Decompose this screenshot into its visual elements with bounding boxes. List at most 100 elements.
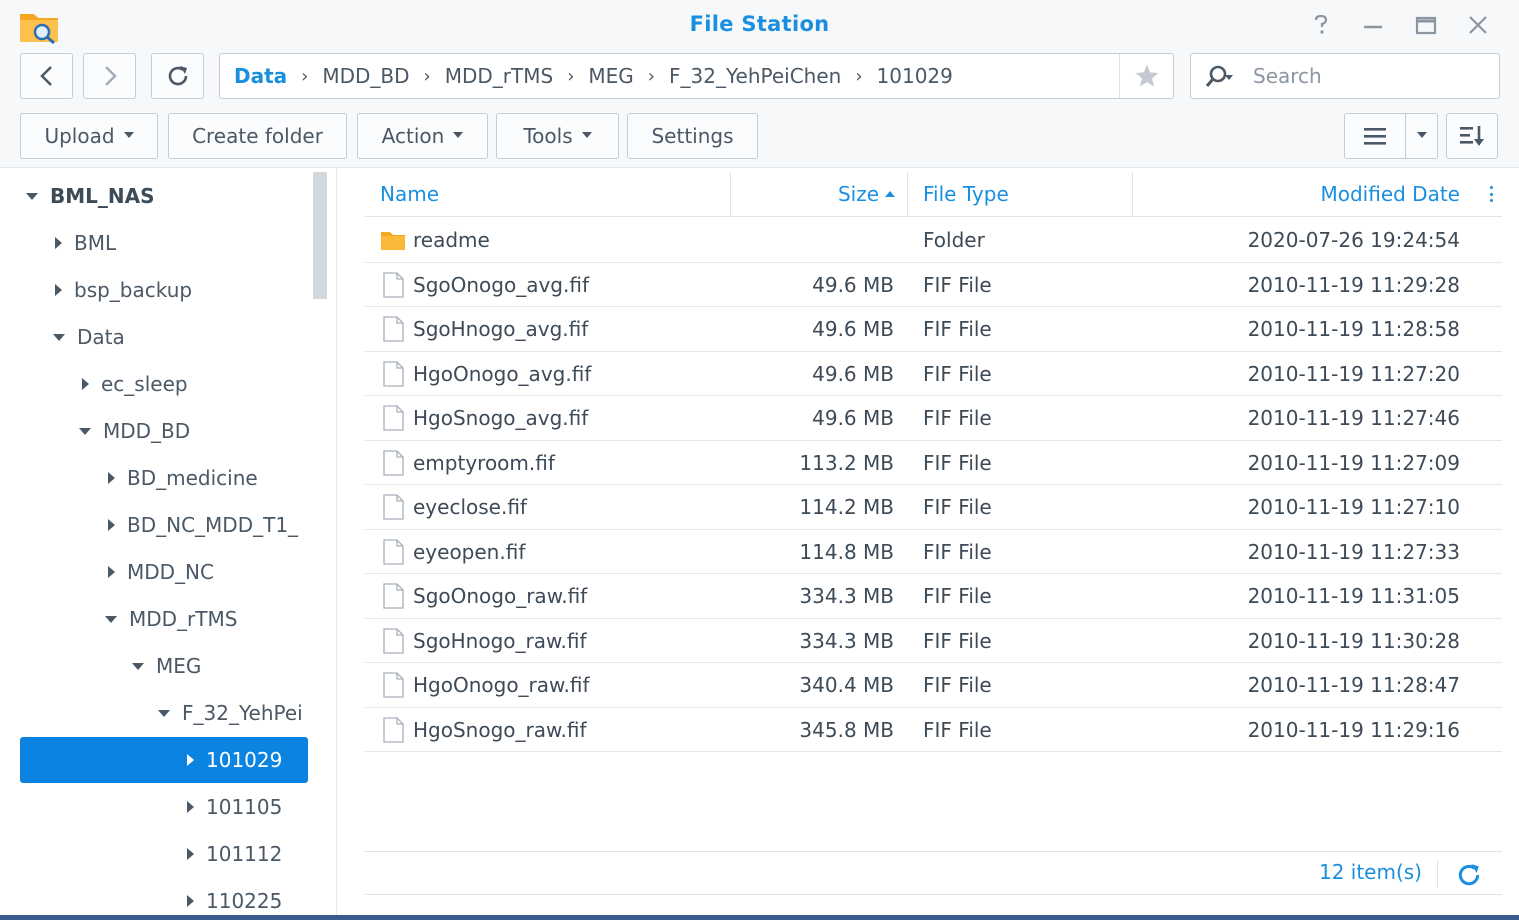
- action-button[interactable]: Action: [357, 113, 488, 159]
- expand-toggle-icon[interactable]: [187, 801, 194, 813]
- tree-item-101029[interactable]: 101029: [20, 737, 308, 783]
- tree-item-bd-medicine[interactable]: BD_medicine: [20, 455, 308, 501]
- expand-toggle-icon[interactable]: [55, 284, 62, 296]
- table-row[interactable]: SgoOnogo_avg.fif 49.6 MB FIF File 2010-11-1…: [365, 263, 1502, 307]
- sort-button[interactable]: [1446, 113, 1498, 159]
- tree-item-bml-nas[interactable]: BML_NAS: [20, 173, 308, 219]
- back-button[interactable]: [20, 53, 73, 99]
- expand-toggle-icon[interactable]: [108, 519, 115, 531]
- expand-toggle-icon[interactable]: [158, 709, 170, 717]
- expand-toggle-icon[interactable]: [53, 333, 65, 341]
- file-icon: [380, 360, 406, 387]
- tree-item-bsp-backup[interactable]: bsp_backup: [20, 267, 308, 313]
- expand-toggle-icon[interactable]: [82, 378, 89, 390]
- expand-toggle-icon[interactable]: [187, 848, 194, 860]
- column-header-modified-date[interactable]: Modified Date: [1133, 172, 1502, 217]
- column-menu-icon[interactable]: [1490, 186, 1494, 202]
- create-folder-button[interactable]: Create folder: [168, 113, 347, 159]
- tree-item-data[interactable]: Data: [20, 314, 308, 360]
- file-type: FIF File: [923, 361, 992, 386]
- breadcrumb-segment-mdd-rtms[interactable]: MDD_rTMS: [445, 64, 553, 88]
- breadcrumb-segment-mdd-bd[interactable]: MDD_BD: [322, 64, 409, 88]
- search-field[interactable]: [1190, 53, 1500, 99]
- file-name: eyeclose.fif: [413, 495, 527, 519]
- maximize-icon[interactable]: [1413, 12, 1439, 38]
- column-header-label: Name: [380, 182, 440, 206]
- tree-item-bml[interactable]: BML: [20, 220, 308, 266]
- expand-toggle-icon[interactable]: [187, 895, 194, 907]
- table-row[interactable]: HgoSnogo_raw.fif 345.8 MB FIF File 2010-11-…: [365, 708, 1502, 752]
- caret-down-icon: [123, 132, 134, 138]
- list-view-button[interactable]: [1344, 113, 1406, 159]
- breadcrumb-segment-data[interactable]: Data: [234, 64, 287, 88]
- tree-item-101112[interactable]: 101112: [20, 831, 308, 877]
- forward-button[interactable]: [83, 53, 136, 99]
- refresh-button[interactable]: [151, 53, 204, 99]
- expand-toggle-icon[interactable]: [79, 427, 91, 435]
- tree-item-ec-sleep[interactable]: ec_sleep: [20, 361, 308, 407]
- settings-button[interactable]: Settings: [627, 113, 758, 159]
- expand-toggle-icon[interactable]: [132, 662, 144, 670]
- settings-label: Settings: [651, 124, 734, 148]
- tree-item-mdd-bd[interactable]: MDD_BD: [20, 408, 308, 454]
- file-type: FIF File: [923, 317, 992, 341]
- breadcrumb: Data › MDD_BD › MDD_rTMS › MEG › F_32_Ye…: [219, 53, 1174, 99]
- tree-item-f-32-yehpeichen[interactable]: F_32_YehPei: [20, 690, 308, 736]
- modified-date: 2010-11-19 11:28:47: [1247, 673, 1460, 697]
- search-icon: [1205, 65, 1233, 87]
- breadcrumb-segment-current[interactable]: 101029: [877, 64, 953, 88]
- table-row[interactable]: SgoHnogo_avg.fif 49.6 MB FIF File 2010-11-1…: [365, 307, 1502, 352]
- table-row[interactable]: HgoSnogo_avg.fif 49.6 MB FIF File 2010-11-1…: [365, 396, 1502, 441]
- table-row[interactable]: SgoHnogo_raw.fif 334.3 MB FIF File 2010-11-…: [365, 619, 1502, 663]
- search-input[interactable]: [1253, 63, 1483, 89]
- tree-item-label: F_32_YehPei: [182, 701, 303, 725]
- file-icon: [380, 538, 406, 565]
- refresh-icon[interactable]: [1456, 862, 1482, 888]
- table-row[interactable]: HgoOnogo_raw.fif 340.4 MB FIF File 2010-11-…: [365, 663, 1502, 708]
- title-bar: File Station: [0, 0, 1519, 52]
- file-size: 114.8 MB: [799, 539, 894, 564]
- tree-item-mdd-rtms[interactable]: MDD_rTMS: [20, 596, 308, 642]
- help-icon[interactable]: [1308, 12, 1334, 38]
- modified-date: 2010-11-19 11:28:58: [1247, 317, 1460, 341]
- view-mode-dropdown[interactable]: [1405, 113, 1438, 159]
- expand-toggle-icon[interactable]: [105, 615, 117, 623]
- file-type: FIF File: [923, 539, 992, 564]
- column-header-size[interactable]: Size: [731, 172, 908, 217]
- tools-button[interactable]: Tools: [496, 113, 619, 159]
- breadcrumb-segment-subject[interactable]: F_32_YehPeiChen: [669, 64, 841, 88]
- expand-toggle-icon[interactable]: [108, 472, 115, 484]
- minimize-icon[interactable]: [1360, 12, 1386, 38]
- tree-item-101105[interactable]: 101105: [20, 784, 308, 830]
- tree-item-label: Data: [77, 325, 125, 349]
- tree-item-mdd-nc[interactable]: MDD_NC: [20, 549, 308, 595]
- expand-toggle-icon[interactable]: [108, 566, 115, 578]
- tree-item-110225[interactable]: 110225: [20, 878, 308, 920]
- column-header-file-type[interactable]: File Type: [908, 172, 1133, 217]
- modified-date: 2010-11-19 11:27:09: [1247, 450, 1460, 475]
- table-row[interactable]: HgoOnogo_avg.fif 49.6 MB FIF File 2010-11-1…: [365, 352, 1502, 396]
- file-type: FIF File: [923, 406, 992, 430]
- expand-toggle-icon[interactable]: [26, 192, 38, 200]
- file-type: FIF File: [923, 717, 992, 742]
- tree-item-label: BML: [74, 231, 117, 255]
- file-name: HgoSnogo_avg.fif: [413, 406, 589, 430]
- upload-button[interactable]: Upload: [20, 113, 158, 159]
- file-name: emptyroom.fif: [413, 450, 555, 475]
- table-row[interactable]: eyeopen.fif 114.8 MB FIF File 2010-11-19 11…: [365, 530, 1502, 574]
- tree-item-meg[interactable]: MEG: [20, 643, 308, 689]
- expand-toggle-icon[interactable]: [55, 237, 62, 249]
- modified-date: 2010-11-19 11:29:16: [1247, 717, 1460, 742]
- table-row[interactable]: eyeclose.fif 114.2 MB FIF File 2010-11-19 1…: [365, 485, 1502, 530]
- table-row[interactable]: readme Folder 2020-07-26 19:24:54: [365, 218, 1502, 263]
- table-row[interactable]: emptyroom.fif 113.2 MB FIF File 2010-11-19 …: [365, 441, 1502, 485]
- table-row[interactable]: SgoOnogo_raw.fif 334.3 MB FIF File 2010-11-…: [365, 574, 1502, 619]
- column-header-name[interactable]: Name: [365, 172, 731, 217]
- close-icon[interactable]: [1465, 12, 1491, 38]
- tree-scrollbar[interactable]: [313, 172, 327, 299]
- expand-toggle-icon[interactable]: [187, 754, 194, 766]
- favorite-button[interactable]: [1119, 54, 1173, 98]
- chevron-left-icon: [39, 66, 52, 86]
- tree-item-bd-nc-mdd-t1[interactable]: BD_NC_MDD_T1_: [20, 502, 308, 548]
- breadcrumb-segment-meg[interactable]: MEG: [588, 64, 633, 88]
